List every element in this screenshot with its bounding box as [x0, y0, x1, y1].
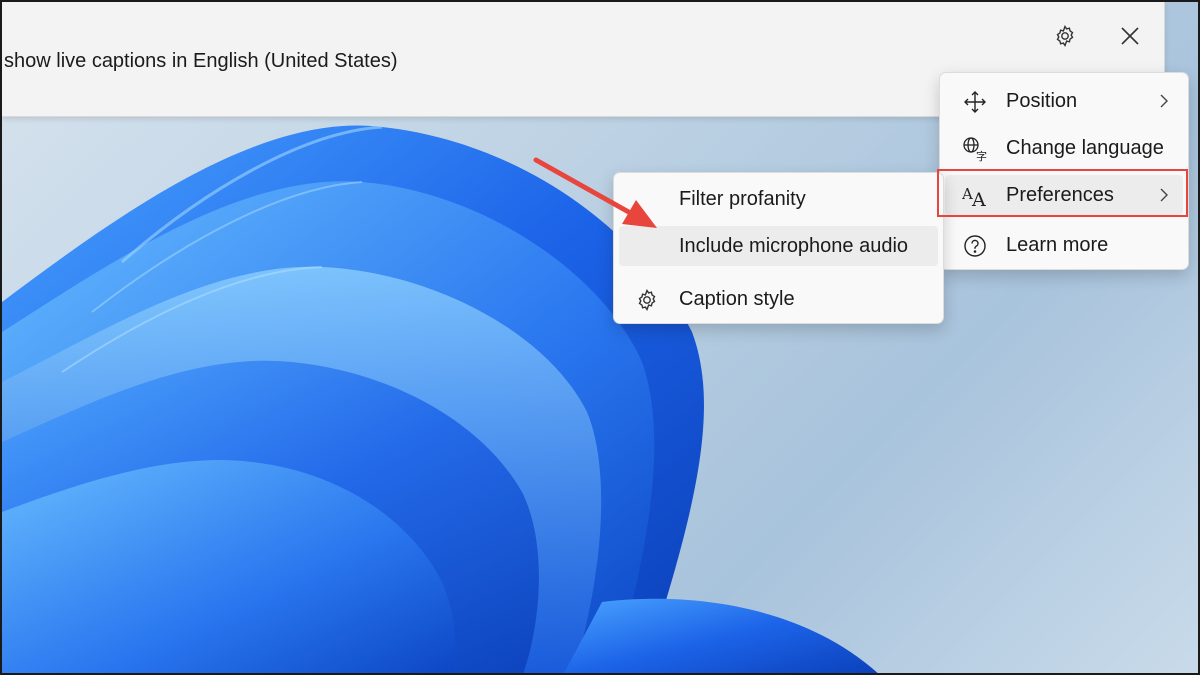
menu-item-label: Preferences — [1006, 183, 1114, 206]
close-button[interactable] — [1111, 20, 1149, 56]
menu-item-change-language[interactable]: 字 Change language — [945, 128, 1183, 168]
caption-text: show live captions in English (United St… — [4, 50, 398, 72]
font-size-icon: A A — [962, 183, 988, 209]
gear-icon — [634, 287, 660, 313]
screenshot-frame: show live captions in English (United St… — [0, 0, 1200, 675]
menu-item-label: Filter profanity — [679, 187, 806, 210]
settings-button[interactable] — [1046, 20, 1084, 56]
move-arrows-icon — [962, 89, 988, 115]
menu-item-label: Include microphone audio — [679, 234, 909, 257]
menu-item-filter-profanity[interactable]: Filter profanity — [619, 179, 938, 219]
preferences-submenu: Filter profanity Include microphone audi… — [613, 172, 944, 324]
menu-item-label: Caption style — [679, 287, 795, 310]
close-icon — [1120, 26, 1140, 51]
svg-text:A: A — [971, 189, 986, 208]
language-icon: 字 — [962, 136, 988, 162]
menu-item-label: Position — [1006, 89, 1078, 112]
menu-item-caption-style[interactable]: Caption style — [619, 279, 938, 319]
help-icon — [962, 233, 988, 259]
chevron-right-icon — [1157, 93, 1171, 109]
settings-menu: Position 字 Change language A A Preferenc — [939, 72, 1189, 270]
menu-item-position[interactable]: Position — [945, 81, 1183, 121]
menu-item-label: Change language — [1006, 136, 1164, 159]
gear-icon — [1053, 24, 1077, 53]
chevron-right-icon — [1157, 187, 1171, 203]
menu-item-include-microphone-audio[interactable]: Include microphone audio — [619, 226, 938, 266]
menu-item-preferences[interactable]: A A Preferences — [945, 175, 1183, 215]
menu-item-learn-more[interactable]: Learn more — [945, 225, 1183, 265]
svg-text:字: 字 — [976, 149, 987, 162]
menu-item-label: Learn more — [1006, 233, 1109, 256]
